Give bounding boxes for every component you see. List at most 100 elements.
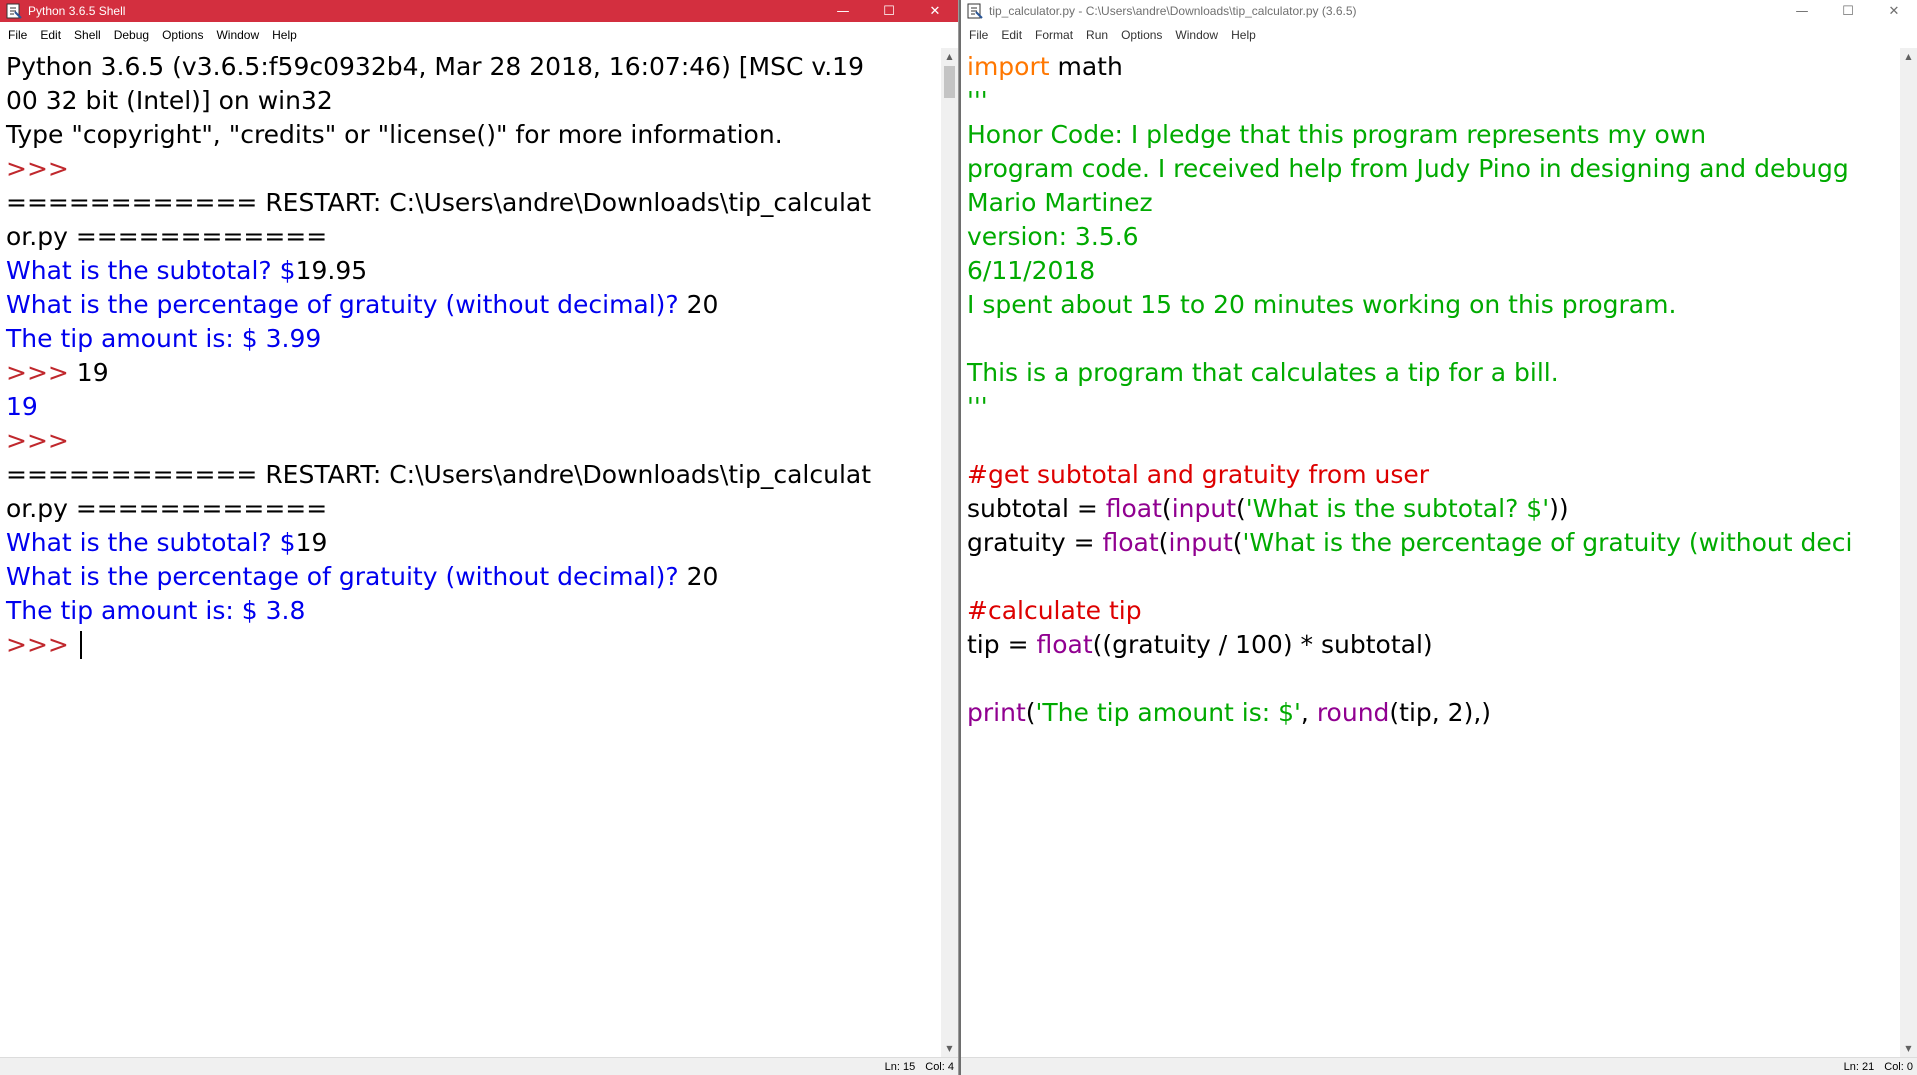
code-line-segment: round — [1316, 698, 1390, 727]
shell-line-segment: 00 32 bit (Intel)] on win32 — [6, 86, 333, 115]
editor-window-title: tip_calculator.py - C:\Users\andre\Downl… — [989, 4, 1357, 18]
menu-options[interactable]: Options — [162, 28, 203, 42]
shell-line: >>> — [6, 424, 941, 458]
menu-debug[interactable]: Debug — [114, 28, 149, 42]
shell-line-segment: 19 — [6, 392, 38, 421]
menu-options[interactable]: Options — [1121, 28, 1162, 42]
scroll-up-arrow-icon[interactable]: ▲ — [1900, 48, 1917, 65]
maximize-button[interactable]: ☐ — [1825, 0, 1871, 22]
python-file-icon — [967, 3, 983, 19]
line-number-indicator: Ln: 15 — [884, 1060, 916, 1073]
menu-run[interactable]: Run — [1086, 28, 1108, 42]
shell-line: Type "copyright", "credits" or "license(… — [6, 118, 941, 152]
shell-line-segment: ============ RESTART: C:\Users\andre\Dow… — [6, 460, 872, 489]
shell-line: or.py ============ — [6, 220, 941, 254]
menu-edit[interactable]: Edit — [40, 28, 61, 42]
code-line: #get subtotal and gratuity from user — [967, 458, 1899, 492]
code-line-segment: #get subtotal and gratuity from user — [967, 460, 1430, 489]
code-line-segment: tip = — [967, 630, 1037, 659]
shell-line-segment: What is the subtotal? $ — [6, 528, 296, 557]
code-line: This is a program that calculates a tip … — [967, 356, 1899, 390]
code-line-segment: #calculate tip — [967, 596, 1142, 625]
shell-line-segment: ============ RESTART: C:\Users\andre\Dow… — [6, 188, 872, 217]
column-number-indicator: Col: 0 — [1884, 1060, 1913, 1073]
code-line-segment: 'The tip amount is: $' — [1035, 698, 1301, 727]
close-button[interactable]: ✕ — [1871, 0, 1917, 22]
maximize-button[interactable]: ☐ — [866, 0, 912, 22]
code-line: version: 3.5.6 — [967, 220, 1899, 254]
shell-line-segment: or.py ============ — [6, 494, 328, 523]
shell-line-segment: What is the percentage of gratuity (with… — [6, 562, 687, 591]
shell-line-segment: Python 3.6.5 (v3.6.5:f59c0932b4, Mar 28 … — [6, 52, 864, 81]
code-line: I spent about 15 to 20 minutes working o… — [967, 288, 1899, 322]
code-line-segment: version: 3.5.6 — [967, 222, 1139, 251]
shell-line-segment: What is the percentage of gratuity (with… — [6, 290, 687, 319]
scroll-down-arrow-icon[interactable]: ▼ — [941, 1040, 958, 1057]
code-line: import math — [967, 50, 1899, 84]
shell-line: The tip amount is: $ 3.99 — [6, 322, 941, 356]
minimize-button[interactable]: — — [1779, 0, 1825, 22]
shell-line-segment: >>> — [6, 630, 77, 659]
minimize-button[interactable]: — — [820, 0, 866, 22]
shell-line-segment: 19 — [295, 528, 328, 557]
menu-window[interactable]: Window — [1175, 28, 1218, 42]
shell-line: >>> — [6, 628, 941, 662]
shell-vertical-scrollbar[interactable]: ▲ ▼ — [941, 48, 958, 1057]
code-line-segment: float — [1105, 494, 1162, 523]
shell-line: 00 32 bit (Intel)] on win32 — [6, 84, 941, 118]
code-line-segment: print — [967, 698, 1026, 727]
shell-line-segment: The tip amount is: $ 3.8 — [6, 596, 306, 625]
shell-line: Python 3.6.5 (v3.6.5:f59c0932b4, Mar 28 … — [6, 50, 941, 84]
code-line: Mario Martinez — [967, 186, 1899, 220]
shell-menu-bar: File Edit Shell Debug Options Window Help — [0, 26, 958, 44]
menu-format[interactable]: Format — [1035, 28, 1073, 42]
code-line-segment: ''' — [967, 86, 988, 115]
scrollbar-thumb[interactable] — [944, 66, 955, 98]
scroll-down-arrow-icon[interactable]: ▼ — [1900, 1040, 1917, 1057]
menu-file[interactable]: File — [8, 28, 27, 42]
menu-help[interactable]: Help — [272, 28, 297, 42]
shell-line: ============ RESTART: C:\Users\andre\Dow… — [6, 186, 941, 220]
code-line: gratuity = float(input('What is the perc… — [967, 526, 1899, 560]
code-line: program code. I received help from Judy … — [967, 152, 1899, 186]
menu-file[interactable]: File — [969, 28, 988, 42]
editor-vertical-scrollbar[interactable]: ▲ ▼ — [1900, 48, 1917, 1057]
close-button[interactable]: ✕ — [912, 0, 958, 22]
code-line-segment: 6/11/2018 — [967, 256, 1096, 285]
code-line: #calculate tip — [967, 594, 1899, 628]
editor-status-bar: Ln: 21 Col: 0 — [961, 1057, 1917, 1075]
code-editor[interactable]: import math ''' Honor Code: I pledge that … — [961, 48, 1899, 1057]
menu-shell[interactable]: Shell — [74, 28, 101, 42]
shell-output[interactable]: Python 3.6.5 (v3.6.5:f59c0932b4, Mar 28 … — [0, 48, 941, 1057]
code-line-segment: This is a program that calculates a tip … — [967, 358, 1559, 387]
code-line-segment: gratuity = — [967, 528, 1103, 557]
shell-line-segment: The tip amount is: $ 3.99 — [6, 324, 322, 353]
editor-title-bar[interactable]: tip_calculator.py - C:\Users\andre\Downl… — [961, 0, 1917, 22]
code-line-segment: Mario Martinez — [967, 188, 1153, 217]
shell-title-bar[interactable]: Python 3.6.5 Shell — ☐ ✕ — [0, 0, 958, 22]
code-line: 6/11/2018 — [967, 254, 1899, 288]
code-line-segment: ( — [1161, 494, 1172, 523]
code-line-segment: ''' — [967, 392, 988, 421]
code-line: print('The tip amount is: $', round(tip,… — [967, 696, 1899, 730]
shell-line: What is the percentage of gratuity (with… — [6, 560, 941, 594]
code-line-segment: 'What is the subtotal? $' — [1245, 494, 1550, 523]
shell-window-title: Python 3.6.5 Shell — [28, 4, 126, 18]
code-line-segment: program code. I received help from Judy … — [967, 154, 1849, 183]
shell-line-segment: 20 — [686, 562, 719, 591]
shell-line-segment: >>> — [6, 358, 77, 387]
editor-window: tip_calculator.py - C:\Users\andre\Downl… — [959, 0, 1917, 1075]
shell-line-segment: 19 — [76, 358, 109, 387]
code-line-segment: input — [1171, 494, 1236, 523]
shell-line-segment: or.py ============ — [6, 222, 328, 251]
menu-help[interactable]: Help — [1231, 28, 1256, 42]
shell-line: What is the percentage of gratuity (with… — [6, 288, 941, 322]
menu-window[interactable]: Window — [216, 28, 259, 42]
shell-line: What is the subtotal? $19.95 — [6, 254, 941, 288]
shell-line: 19 — [6, 390, 941, 424]
scroll-up-arrow-icon[interactable]: ▲ — [941, 48, 958, 65]
shell-line: >>> 19 — [6, 356, 941, 390]
shell-line-segment: 19.95 — [295, 256, 368, 285]
code-line-segment: , — [1300, 698, 1317, 727]
menu-edit[interactable]: Edit — [1001, 28, 1022, 42]
